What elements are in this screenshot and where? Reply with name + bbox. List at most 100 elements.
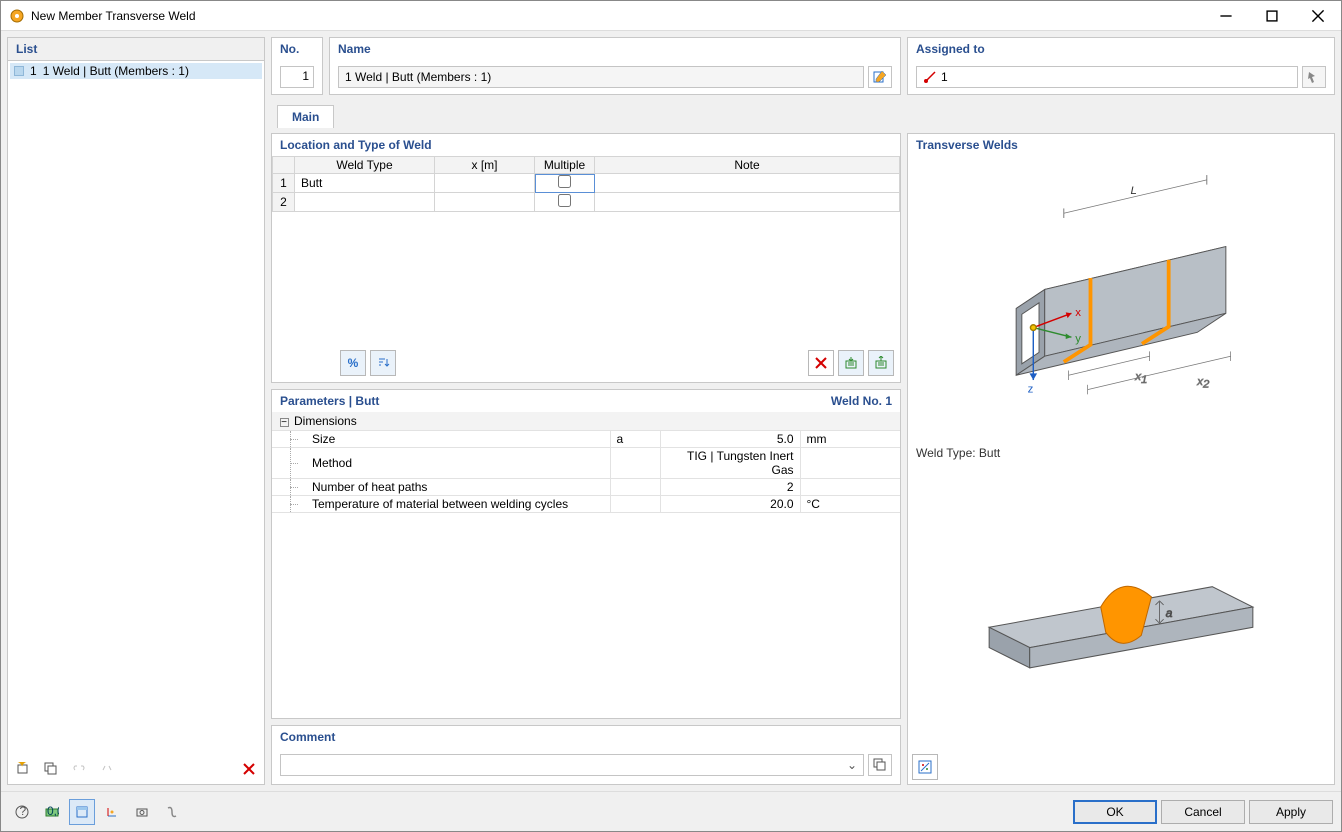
preview-column: Transverse Welds L bbox=[907, 133, 1335, 785]
maximize-button[interactable] bbox=[1249, 1, 1295, 31]
param-label: Method bbox=[272, 448, 610, 479]
parameters-header: Parameters | Butt Weld No. 1 bbox=[272, 390, 900, 412]
tab-strip: Main bbox=[271, 101, 1335, 127]
name-group: Name 1 Weld | Butt (Members : 1) bbox=[329, 37, 901, 95]
param-symbol bbox=[610, 496, 660, 513]
assigned-input[interactable]: 1 bbox=[916, 66, 1298, 88]
unlink-button bbox=[95, 757, 119, 781]
location-table[interactable]: Weld Type x [m] Multiple Note 1 bbox=[272, 156, 900, 212]
center-column: Location and Type of Weld Weld Type x [m… bbox=[271, 133, 901, 785]
param-group-dimensions[interactable]: − Dimensions bbox=[272, 412, 900, 430]
svg-text:x2: x2 bbox=[1196, 376, 1210, 391]
col-weld-type[interactable]: Weld Type bbox=[295, 157, 435, 174]
col-multiple[interactable]: Multiple bbox=[535, 157, 595, 174]
preview-settings-button[interactable] bbox=[912, 754, 938, 780]
list-item[interactable]: 1 1 Weld | Butt (Members : 1) bbox=[10, 63, 262, 79]
minimize-button[interactable] bbox=[1203, 1, 1249, 31]
percent-button[interactable]: % bbox=[340, 350, 366, 376]
param-value[interactable]: 2 bbox=[660, 479, 800, 496]
col-x[interactable]: x [m] bbox=[435, 157, 535, 174]
delete-row-button[interactable] bbox=[808, 350, 834, 376]
app-icon bbox=[9, 8, 25, 24]
comment-library-button[interactable] bbox=[868, 754, 892, 776]
param-row-size[interactable]: Size a 5.0 mm bbox=[272, 431, 900, 448]
no-group: No. 1 bbox=[271, 37, 323, 95]
list-body[interactable]: 1 1 Weld | Butt (Members : 1) bbox=[8, 61, 264, 754]
cell-multiple[interactable] bbox=[535, 193, 595, 212]
ok-label: OK bbox=[1106, 805, 1123, 819]
param-row-temp[interactable]: Temperature of material between welding … bbox=[272, 496, 900, 513]
row-number: 2 bbox=[273, 193, 295, 212]
dialog-body: List 1 1 Weld | Butt (Members : 1) ✦ bbox=[1, 31, 1341, 791]
weld-type-diagram: a bbox=[908, 464, 1334, 750]
preview-title: Transverse Welds bbox=[908, 134, 1334, 156]
export-button[interactable] bbox=[868, 350, 894, 376]
comment-title: Comment bbox=[272, 726, 900, 748]
import-button[interactable] bbox=[838, 350, 864, 376]
param-unit bbox=[800, 479, 900, 496]
no-input[interactable]: 1 bbox=[280, 66, 314, 88]
assigned-group: Assigned to 1 bbox=[907, 37, 1335, 95]
tab-main-label: Main bbox=[292, 110, 319, 124]
multiple-checkbox[interactable] bbox=[558, 194, 571, 207]
comment-combo[interactable]: ⌄ bbox=[280, 754, 864, 776]
screenshot-button[interactable] bbox=[129, 799, 155, 825]
cell-multiple[interactable] bbox=[535, 174, 595, 193]
list-header: List bbox=[8, 38, 264, 61]
name-input[interactable]: 1 Weld | Butt (Members : 1) bbox=[338, 66, 864, 88]
preview-panel: Transverse Welds L bbox=[907, 133, 1335, 785]
collapse-icon[interactable]: − bbox=[278, 414, 290, 428]
cell-x[interactable] bbox=[435, 193, 535, 212]
table-row[interactable]: 1 Butt bbox=[273, 174, 900, 193]
comment-group: Comment ⌄ bbox=[271, 725, 901, 785]
tab-main[interactable]: Main bbox=[277, 105, 334, 128]
units-button[interactable]: 0,00 bbox=[39, 799, 65, 825]
cell-x[interactable] bbox=[435, 174, 535, 193]
delete-item-button[interactable] bbox=[237, 757, 261, 781]
param-label: Number of heat paths bbox=[272, 479, 610, 496]
copy-item-button[interactable] bbox=[39, 757, 63, 781]
location-toolbar: % bbox=[272, 344, 900, 382]
param-row-paths[interactable]: Number of heat paths 2 bbox=[272, 479, 900, 496]
pick-assigned-button[interactable] bbox=[1302, 66, 1326, 88]
param-unit bbox=[800, 448, 900, 479]
sort-button[interactable] bbox=[370, 350, 396, 376]
multiple-checkbox[interactable] bbox=[558, 175, 571, 188]
cancel-label: Cancel bbox=[1184, 805, 1221, 819]
view-mode-button[interactable] bbox=[69, 799, 95, 825]
ok-button[interactable]: OK bbox=[1073, 800, 1157, 824]
svg-text:x: x bbox=[1075, 307, 1081, 319]
location-group: Location and Type of Weld Weld Type x [m… bbox=[271, 133, 901, 383]
svg-text:a: a bbox=[1166, 606, 1173, 620]
content-row: Location and Type of Weld Weld Type x [m… bbox=[271, 133, 1335, 785]
cell-note[interactable] bbox=[595, 193, 900, 212]
param-label: Temperature of material between welding … bbox=[272, 496, 610, 513]
list-toolbar: ✦ bbox=[8, 754, 264, 784]
new-item-button[interactable]: ✦ bbox=[11, 757, 35, 781]
cell-weld-type[interactable]: Butt bbox=[295, 174, 435, 193]
right-column: No. 1 Name 1 Weld | Butt (Members : 1) A… bbox=[271, 37, 1335, 785]
script-button[interactable] bbox=[159, 799, 185, 825]
cell-weld-type[interactable] bbox=[295, 193, 435, 212]
help-button[interactable]: ? bbox=[9, 799, 35, 825]
name-label: Name bbox=[330, 38, 900, 60]
name-value: 1 Weld | Butt (Members : 1) bbox=[345, 70, 491, 84]
param-value[interactable]: 20.0 bbox=[660, 496, 800, 513]
list-item-index: 1 bbox=[30, 64, 37, 78]
col-note[interactable]: Note bbox=[595, 157, 900, 174]
edit-name-button[interactable] bbox=[868, 66, 892, 88]
param-value[interactable]: 5.0 bbox=[660, 431, 800, 448]
svg-text:L: L bbox=[1131, 185, 1137, 197]
assigned-label: Assigned to bbox=[908, 38, 1334, 60]
list-item-color-icon bbox=[14, 66, 24, 76]
param-row-method[interactable]: Method TIG | Tungsten Inert Gas bbox=[272, 448, 900, 479]
coordinates-button[interactable] bbox=[99, 799, 125, 825]
parameters-grid: Size a 5.0 mm Method TIG | Tungsten Iner… bbox=[272, 430, 900, 513]
table-row[interactable]: 2 bbox=[273, 193, 900, 212]
apply-button[interactable]: Apply bbox=[1249, 800, 1333, 824]
param-value[interactable]: TIG | Tungsten Inert Gas bbox=[660, 448, 800, 479]
footer: ? 0,00 OK Cancel Apply bbox=[1, 791, 1341, 831]
close-button[interactable] bbox=[1295, 1, 1341, 31]
cancel-button[interactable]: Cancel bbox=[1161, 800, 1245, 824]
cell-note[interactable] bbox=[595, 174, 900, 193]
